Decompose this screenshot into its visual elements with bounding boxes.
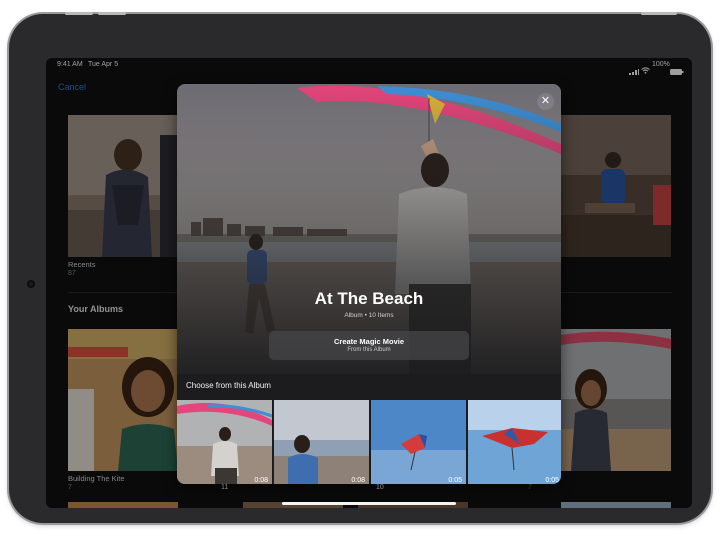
top-button-3 [641, 12, 677, 15]
strip-count-left: 11 [221, 484, 229, 491]
top-button-1 [65, 12, 93, 15]
close-icon: ✕ [540, 95, 551, 107]
media-duration: 0:08 [351, 477, 365, 484]
strip-count-right: 10 [376, 484, 384, 491]
media-duration: 0:05 [545, 477, 559, 484]
media-item[interactable]: 0:08 [274, 400, 369, 484]
media-duration: 0:08 [254, 477, 268, 484]
choose-from-album-heading: Choose from this Album [186, 381, 271, 390]
ipad-frame: 9:41 AM Tue Apr 5 100% Cancel Recents 87… [9, 12, 711, 523]
create-magic-movie-label: Create Magic Movie [333, 337, 405, 346]
create-magic-movie-sublabel: From this Album [347, 347, 391, 353]
album-subtitle: Album • 10 Items [344, 312, 394, 319]
album-preview-sheet: ✕ At The Beach Album • 10 Items Create M… [177, 84, 561, 484]
album-title: At The Beach [314, 289, 424, 308]
media-item[interactable]: 0:08 [177, 400, 272, 484]
create-magic-movie-button[interactable]: Create Magic Movie From this Album [269, 331, 469, 360]
top-button-2 [98, 12, 126, 15]
media-item[interactable]: 0:05 [468, 400, 561, 484]
media-duration: 0:05 [448, 477, 462, 484]
album-media-strip: 0:08 0:08 0:05 0:05 [177, 400, 561, 484]
screen: 9:41 AM Tue Apr 5 100% Cancel Recents 87… [46, 58, 692, 508]
front-camera [27, 280, 35, 288]
close-button[interactable]: ✕ [537, 93, 554, 110]
home-indicator[interactable] [282, 502, 456, 505]
media-item[interactable]: 0:05 [371, 400, 466, 484]
